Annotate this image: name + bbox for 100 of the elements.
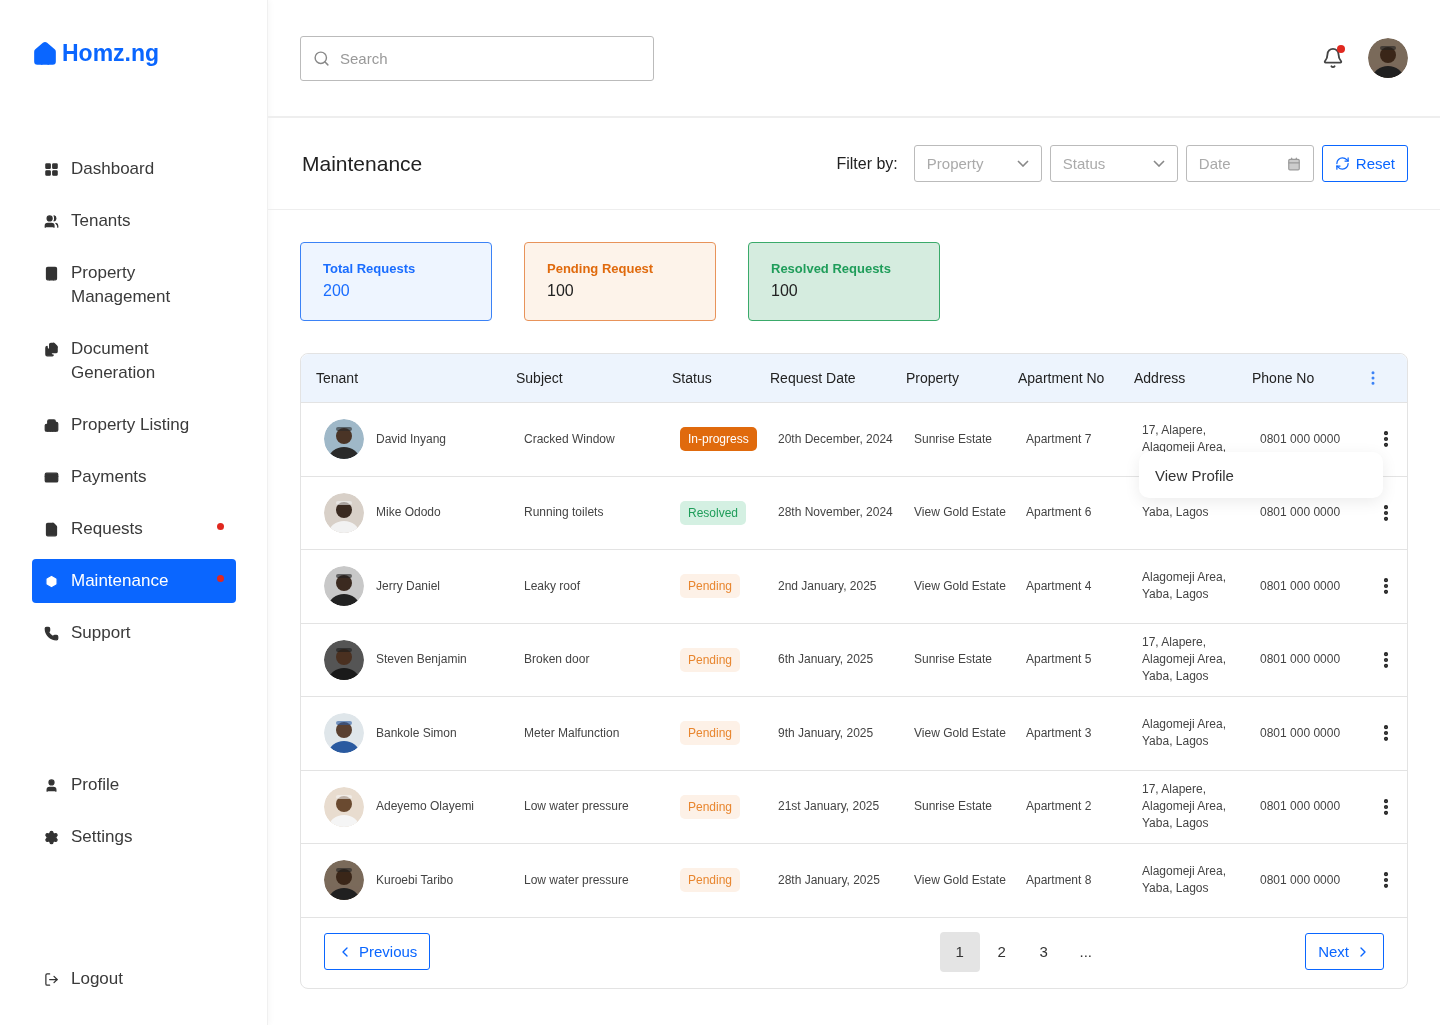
sidebar-item[interactable]: Profile	[32, 763, 236, 808]
chevron-down-icon	[1016, 160, 1029, 167]
table-cell-text: Broken door	[524, 651, 591, 669]
stat-label: Resolved Requests	[771, 261, 892, 276]
address-cell-text: Yaba, Lagos	[1142, 504, 1210, 522]
table-cell-text: 0801 000 0000	[1260, 504, 1342, 522]
address-cell-text: Alagomeji Area, Yaba, Lagos	[1142, 863, 1228, 898]
next-button[interactable]: Next	[1305, 933, 1384, 970]
page-title: Maintenance	[302, 151, 424, 176]
column-header: Address	[1134, 370, 1187, 386]
table-cell-text: 0801 000 0000	[1260, 577, 1342, 595]
status-badge: Pending	[680, 721, 741, 746]
sidebar-item[interactable]: Settings	[32, 815, 236, 860]
table-cell-text: 28th November, 2024	[778, 504, 894, 522]
address-cell-text: 17, Alapere, Alagomeji Area, Yaba, Lagos	[1142, 781, 1228, 833]
calendar-icon	[1286, 156, 1301, 171]
logout-icon	[44, 972, 59, 987]
table-cell-text: View Gold Estate	[914, 871, 1007, 889]
sidebar-item[interactable]: Dashboard	[32, 147, 236, 191]
address-cell-text: 17, Alapere, Alagomeji Area, Yaba, Lagos	[1142, 634, 1228, 686]
column-header: Apartment No	[1018, 370, 1106, 386]
chevron-down-icon	[1152, 160, 1165, 167]
sidebar-item[interactable]: Payments	[32, 455, 236, 499]
stat-value: 200	[323, 282, 351, 300]
table-cell-text: 0801 000 0000	[1260, 724, 1342, 742]
status-badge: Pending	[680, 868, 741, 893]
table-cell-text: View Gold Estate	[914, 724, 1007, 742]
table-cell-text: 20th December, 2024	[778, 430, 894, 448]
stat-label: Pending Request	[547, 261, 655, 276]
status-badge: Pending	[680, 574, 741, 599]
previous-button[interactable]: Previous	[324, 933, 431, 970]
page-button[interactable]: 3	[1023, 931, 1064, 972]
tenant-name: Jerry Daniel	[376, 577, 441, 595]
nav-icon	[44, 830, 59, 846]
sidebar-item[interactable]: Maintenance	[32, 559, 236, 603]
sidebar-item[interactable]: Requests	[32, 507, 236, 551]
sidebar-item[interactable]: Support	[32, 611, 236, 655]
tenant-name: Mike Ododo	[376, 504, 441, 522]
table-cell-text: Running toilets	[524, 504, 605, 522]
column-header: Request Date	[770, 370, 857, 386]
table-cell-text: Apartment 4	[1026, 577, 1093, 595]
table-cell-text: Apartment 6	[1026, 504, 1093, 522]
table-cell-text: View Gold Estate	[914, 504, 1007, 522]
menu-item[interactable]: View Profile	[1155, 466, 1234, 484]
stat-value: 100	[771, 282, 799, 300]
address-cell-text: Alagomeji Area, Yaba, Lagos	[1142, 569, 1228, 604]
table-cell-text: View Gold Estate	[914, 577, 1007, 595]
notification-bell-icon[interactable]	[1322, 47, 1344, 69]
page-button[interactable]: 2	[981, 931, 1022, 972]
reset-button[interactable]: Reset	[1321, 145, 1408, 182]
table-cell-text: Low water pressure	[524, 871, 630, 889]
address-cell-text: Alagomeji Area, Yaba, Lagos	[1142, 716, 1228, 751]
status-badge: In-progress	[680, 427, 757, 452]
nav-icon	[44, 342, 59, 357]
house-logo-icon	[32, 40, 58, 67]
nav-icon	[44, 266, 59, 281]
logout-item[interactable]: Logout	[32, 957, 236, 1001]
column-header: Property	[906, 370, 960, 386]
table-cell-text: Sunrise Estate	[914, 798, 994, 816]
filter-label: Filter by:	[836, 154, 898, 173]
search-icon	[313, 49, 330, 67]
sidebar-item[interactable]: Document Generation	[32, 327, 236, 395]
tenant-name: Steven Benjamin	[376, 651, 467, 669]
nav-icon	[44, 574, 59, 589]
page-button[interactable]: ...	[1065, 931, 1106, 972]
column-header: Tenant	[316, 370, 360, 386]
table-cell-text: Cracked Window	[524, 430, 616, 448]
column-header: Subject	[516, 370, 564, 386]
search-bar[interactable]: Search	[300, 35, 654, 81]
table-cell-text: 0801 000 0000	[1260, 651, 1342, 669]
table-cell-text: Apartment 7	[1026, 430, 1093, 448]
page-button[interactable]: 1	[939, 931, 980, 972]
nav-icon	[44, 470, 59, 485]
status-badge: Pending	[680, 647, 741, 672]
nav-icon	[44, 626, 59, 641]
table-cell-text: 28th January, 2025	[778, 871, 881, 889]
status-badge: Resolved	[680, 500, 747, 525]
stat-label: Total Requests	[323, 261, 417, 276]
status-badge: Pending	[680, 794, 741, 819]
column-header: Status	[672, 370, 713, 386]
table-cell-text: 9th January, 2025	[778, 724, 875, 742]
nav-icon	[44, 214, 59, 229]
nav-icon	[44, 418, 59, 433]
table-cell-text: 0801 000 0000	[1260, 430, 1342, 448]
refresh-icon	[1334, 156, 1350, 171]
table-cell-text: Sunrise Estate	[914, 430, 994, 448]
column-header: Phone No	[1252, 370, 1316, 386]
nav-icon	[44, 522, 59, 537]
table-cell-text: 0801 000 0000	[1260, 871, 1342, 889]
table-cell-text: Sunrise Estate	[914, 651, 994, 669]
sidebar-item[interactable]: Property Management	[32, 251, 236, 319]
sidebar-item[interactable]: Tenants	[32, 199, 236, 243]
table-cell-text: Low water pressure	[524, 798, 630, 816]
table-cell-text: Apartment 2	[1026, 798, 1093, 816]
sidebar-item[interactable]: Property Listing	[32, 403, 236, 447]
table-cell-text: Apartment 5	[1026, 651, 1093, 669]
nav-icon	[44, 162, 59, 177]
stat-value: 100	[547, 282, 575, 300]
table-cell-text: Apartment 3	[1026, 724, 1093, 742]
nav-icon	[44, 778, 59, 794]
